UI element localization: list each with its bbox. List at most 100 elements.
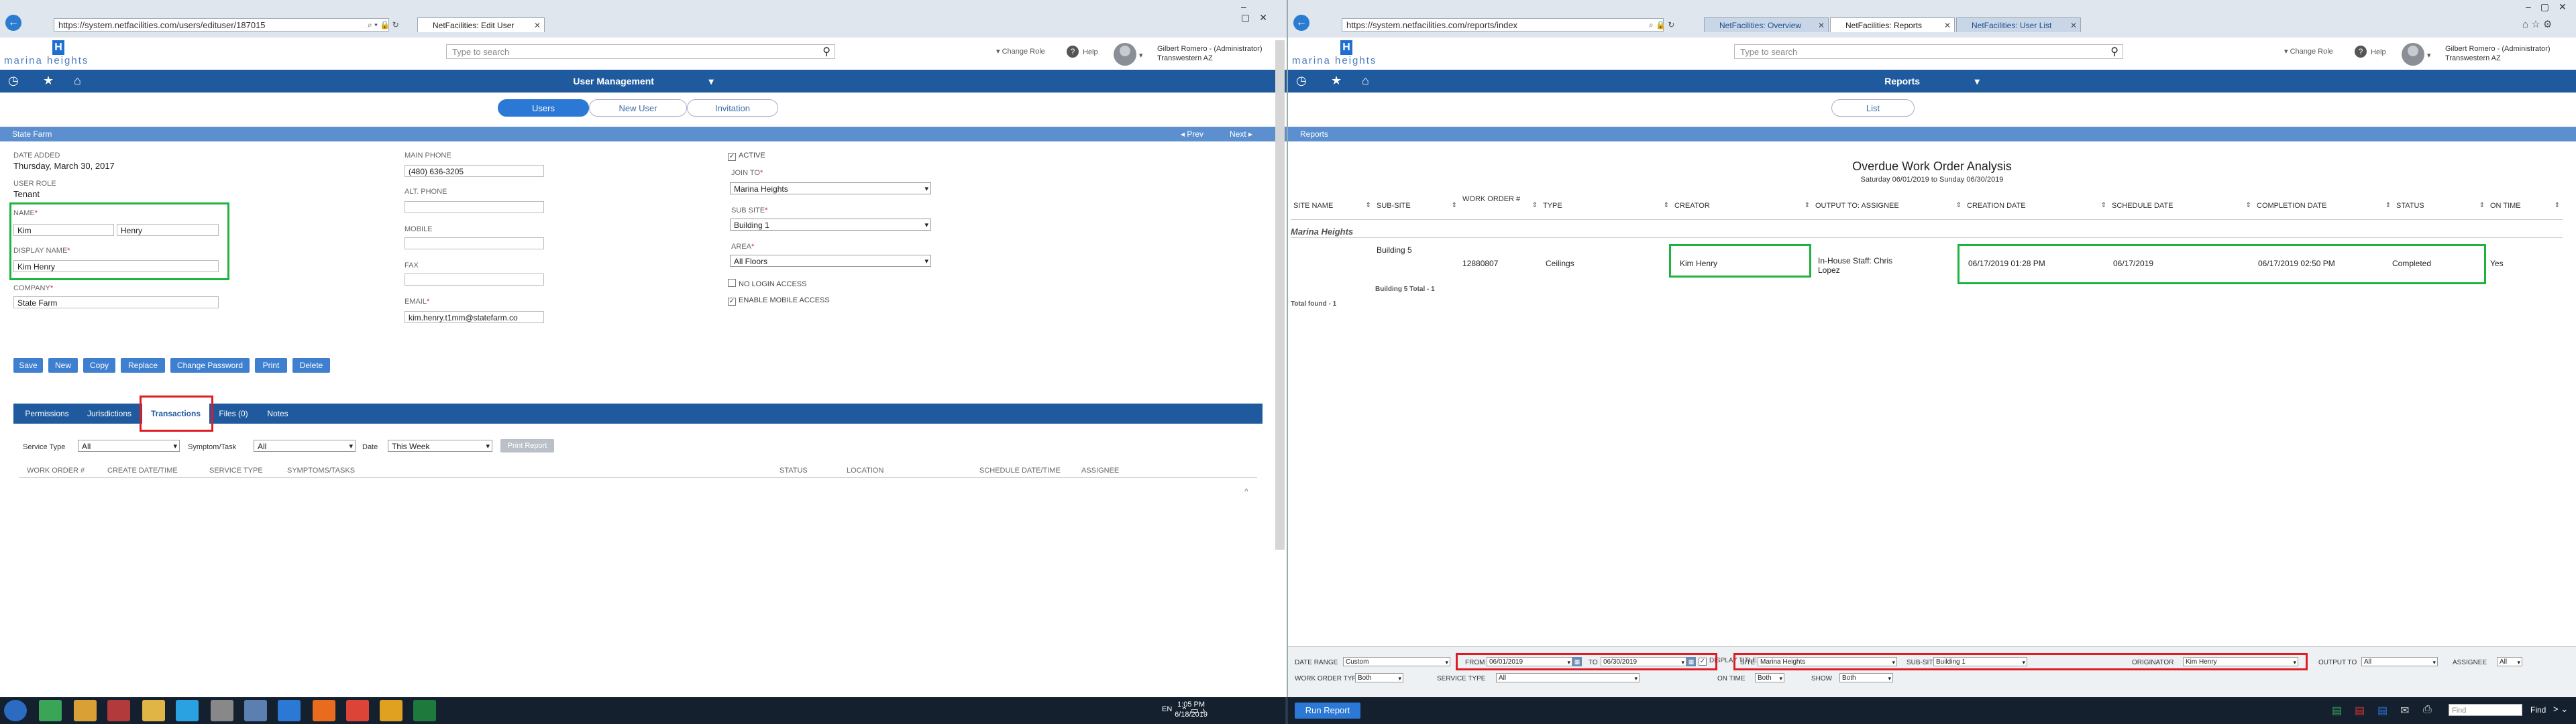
col-completion-date[interactable]: COMPLETION DATE ⇕ [2254,193,2394,220]
close-tab-icon[interactable]: ✕ [534,18,541,32]
main-phone-input[interactable]: (480) 636-3205 [405,165,544,177]
page-scrollbar[interactable] [1275,40,1285,550]
sub-site-select[interactable]: Building 1 [730,219,931,231]
email-report-icon[interactable]: ✉ [2400,704,2409,717]
browser-toolbar-icons[interactable]: ⌂ ☆ ⚙ [2522,18,2552,32]
subtab-users[interactable]: Users [498,99,589,117]
col-creation-date[interactable]: CREATION DATE ⇕ [1964,193,2109,220]
col-output-to[interactable]: OUTPUT TO: ASSIGNEE ⇕ [1813,193,1964,220]
logo[interactable]: H marina heights [4,40,111,67]
tab-notes[interactable]: Notes [258,404,298,424]
replace-button[interactable]: Replace [121,358,165,373]
close-tab-icon[interactable]: ✕ [2070,18,2077,32]
search-icon[interactable]: ⚲ [2110,45,2118,60]
back-button[interactable]: ← [1293,15,1309,31]
company-input[interactable]: State Farm [13,296,219,308]
sort-icon[interactable]: ⇕ [1452,201,1457,210]
module-menu-chevron-icon[interactable]: ▾ [1975,76,1980,86]
sort-icon[interactable]: ⇕ [2101,201,2106,210]
fax-input[interactable] [405,274,544,286]
sort-icon[interactable]: ⇕ [2246,201,2251,210]
col-status[interactable]: STATUS ⇕ [2394,193,2487,220]
col-service-type[interactable]: SERVICE TYPE [209,467,263,475]
tab-files[interactable]: Files (0) [212,404,255,424]
language-indicator[interactable]: EN [1162,705,1172,713]
file-explorer-icon[interactable] [142,700,165,721]
tab-edit-user[interactable]: NetFacilities: Edit User ✕ [417,17,545,32]
sort-icon[interactable]: ⇕ [1805,201,1810,210]
show-desktop-button[interactable] [1285,697,1288,724]
find-button[interactable]: Find [2530,705,2546,715]
sort-icon[interactable]: ⇕ [1532,201,1538,210]
firefox-icon[interactable] [313,700,335,721]
run-report-button[interactable]: Run Report [1295,703,1360,719]
start-icon[interactable] [4,700,27,721]
col-assignee[interactable]: ASSIGNEE [1081,467,1119,475]
service-type-select[interactable]: All [1496,673,1640,682]
search-icon[interactable]: ⚲ [822,45,830,60]
logo[interactable]: H marina heights [1292,40,1399,67]
back-button[interactable]: ← [5,15,21,31]
sort-icon[interactable]: ⇕ [2385,201,2391,210]
print-button[interactable]: Print [255,358,287,373]
notepad-icon[interactable] [244,700,267,721]
col-symptoms[interactable]: SYMPTOMS/TASKS [287,467,355,475]
col-schedule-date[interactable]: SCHEDULE DATE/TIME [979,467,1061,475]
user-menu-chevron-icon[interactable]: ▾ [1139,51,1143,60]
col-work-order[interactable]: WORK ORDER # [27,467,85,475]
subtab-list[interactable]: List [1831,99,1915,117]
on-time-select[interactable]: Both [1755,673,1784,682]
module-menu-chevron-icon[interactable]: ▾ [709,76,714,86]
col-create-date[interactable]: CREATE DATE/TIME [107,467,178,475]
ie-icon[interactable] [278,700,301,721]
tab-user-list[interactable]: NetFacilities: User List ✕ [1956,17,2081,32]
user-avatar[interactable] [1114,43,1136,66]
export-pdf-icon[interactable]: ▤ [2355,704,2365,717]
col-on-time[interactable]: ON TIME ⇕ [2487,193,2563,220]
address-icons[interactable]: ⌕ ▾ 🔒 ↻ [368,18,399,32]
date-filter-select[interactable]: This Week [388,440,492,452]
window-controls[interactable]: –▢✕ [2526,1,2576,15]
subtab-invitation[interactable]: Invitation [687,99,778,117]
app-tool-icon[interactable] [107,700,130,721]
area-select[interactable]: All Floors [730,255,931,267]
date-range-select[interactable]: Custom [1343,657,1450,666]
email-input[interactable]: kim.henry.t1mm@statefarm.co [405,311,544,323]
tab-permissions[interactable]: Permissions [13,404,80,424]
user-avatar[interactable] [2402,43,2424,66]
active-checkbox[interactable]: ✓ ACTIVE [728,152,765,161]
module-title[interactable]: User Management ▾ [0,76,1287,87]
print-report-icon[interactable]: ⎙ [2423,704,2432,716]
global-search-input[interactable]: Type to search ⚲ [446,44,835,59]
no-login-checkbox[interactable]: NO LOGIN ACCESS [728,279,806,288]
address-bar[interactable]: https://system.netfacilities.com/users/e… [54,18,389,32]
excel-icon[interactable] [413,700,436,721]
skype-icon[interactable] [176,700,199,721]
close-tab-icon[interactable]: ✕ [1818,18,1825,32]
mobile-access-checkbox[interactable]: ✓ ENABLE MOBILE ACCESS [728,296,830,306]
print-report-button[interactable]: Print Report [500,439,554,452]
new-button[interactable]: New [48,358,78,373]
col-type[interactable]: TYPE ⇕ [1540,193,1672,220]
global-search-input[interactable]: Type to search ⚲ [1734,44,2123,59]
next-link[interactable]: Next ▸ [1230,127,1252,141]
alt-phone-input[interactable] [405,201,544,213]
delete-button[interactable]: Delete [292,358,330,373]
app-c-icon[interactable] [39,700,62,721]
user-info[interactable]: Gilbert Romero - (Administrator) Transwe… [1157,44,1262,63]
clock[interactable]: 1:05 PM 6/18/2019 [1175,700,1208,720]
tab-jurisdictions[interactable]: Jurisdictions [80,404,138,424]
prev-link[interactable]: ◂ Prev [1181,127,1203,141]
change-role-link[interactable]: ▾ Change Role [2284,47,2333,56]
work-order-type-select[interactable]: Both [1355,673,1403,682]
chrome-icon[interactable] [346,700,369,721]
symptom-task-select[interactable]: All [254,440,356,452]
app-doc-icon[interactable] [211,700,233,721]
user-menu-chevron-icon[interactable]: ▾ [2427,51,2431,60]
join-to-select[interactable]: Marina Heights [730,182,931,194]
col-site-name[interactable]: SITE NAME ⇕ [1291,193,1374,220]
user-info[interactable]: Gilbert Romero - (Administrator) Transwe… [2445,44,2550,63]
mobile-input[interactable] [405,237,544,249]
window-controls[interactable]: –▢✕ [1241,1,1287,23]
assignee-select[interactable]: All [2497,657,2522,666]
